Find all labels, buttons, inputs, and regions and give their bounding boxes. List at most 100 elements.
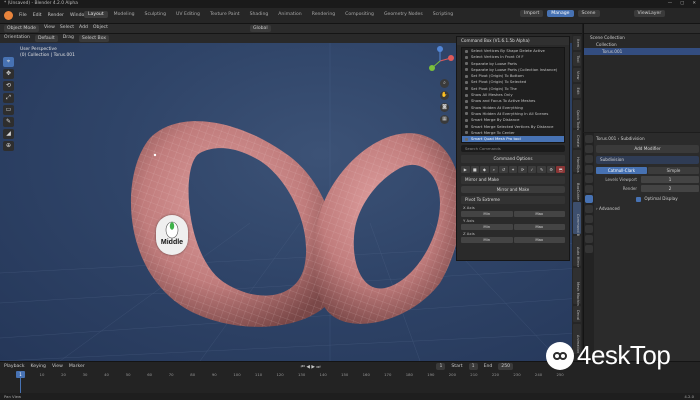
tab-geometry-nodes[interactable]: Geometry Nodes bbox=[380, 11, 427, 18]
tab-scripting[interactable]: Scripting bbox=[429, 11, 457, 18]
check-icon[interactable]: ✓ bbox=[527, 166, 537, 174]
ntab-decal[interactable]: Decal bbox=[573, 306, 581, 322]
move-tool-icon[interactable]: ✥ bbox=[3, 69, 14, 79]
tool-props-icon[interactable] bbox=[585, 135, 593, 143]
viewport-menu-select[interactable]: Select bbox=[60, 25, 74, 32]
simple-option[interactable]: Simple bbox=[648, 167, 699, 174]
view-layer-selector[interactable]: ViewLayer bbox=[633, 10, 666, 17]
manage-button[interactable]: Manage bbox=[547, 10, 574, 17]
edit-icon[interactable]: ✎ bbox=[537, 166, 546, 174]
stop-icon[interactable]: ■ bbox=[470, 166, 480, 174]
ntab-mesh-machine[interactable]: Mesh Machine bbox=[573, 268, 581, 308]
catmull-clark-option[interactable]: Catmull-Clark bbox=[596, 167, 647, 174]
ntab-view[interactable]: View bbox=[573, 68, 581, 82]
tab-shading[interactable]: Shading bbox=[246, 11, 273, 18]
refresh-icon[interactable]: ⟳ bbox=[518, 166, 527, 174]
ntab-tool[interactable]: Tool bbox=[573, 52, 581, 66]
scale-tool-icon[interactable]: ⤢ bbox=[3, 93, 14, 103]
scene-props-icon[interactable] bbox=[585, 165, 593, 173]
checkbox-checked-icon[interactable] bbox=[636, 196, 641, 202]
constraints-props-icon[interactable] bbox=[585, 225, 593, 233]
mode-dropdown[interactable]: Object Mode bbox=[4, 25, 39, 32]
viewport-menu-add[interactable]: Add bbox=[79, 25, 88, 32]
record-icon[interactable]: ⬒ bbox=[556, 166, 566, 174]
world-props-icon[interactable] bbox=[585, 175, 593, 183]
ntab-item[interactable]: Item bbox=[573, 36, 581, 50]
command-box-title[interactable]: Command Box (V1.6.1.5b Alpha) bbox=[457, 37, 569, 45]
timeline-menu-marker[interactable]: Marker bbox=[69, 364, 85, 369]
pan-hand-icon[interactable]: ✋ bbox=[440, 91, 449, 100]
object-props-icon[interactable] bbox=[585, 185, 593, 193]
orientation-dropdown[interactable]: Default bbox=[34, 35, 58, 42]
optimal-display-checkbox[interactable]: Optimal Display bbox=[596, 195, 699, 202]
run-icon[interactable]: ▶ bbox=[461, 166, 470, 174]
tab-sculpting[interactable]: Sculpting bbox=[141, 11, 170, 18]
ntab-hardops[interactable]: HardOps bbox=[573, 150, 581, 173]
start-frame-field[interactable]: 1 bbox=[468, 363, 478, 370]
transform-tool-icon[interactable]: ▭ bbox=[3, 105, 14, 115]
end-frame-field[interactable]: 250 bbox=[498, 363, 514, 370]
physics-props-icon[interactable] bbox=[585, 215, 593, 223]
navigation-gizmo-icon[interactable] bbox=[424, 45, 456, 77]
material-props-icon[interactable] bbox=[585, 245, 593, 253]
import-button[interactable]: Import bbox=[520, 10, 544, 17]
outliner-row-scene-collection[interactable]: Scene Collection bbox=[584, 34, 700, 41]
playhead-frame-indicator[interactable]: 1 bbox=[16, 371, 25, 378]
output-props-icon[interactable] bbox=[585, 155, 593, 163]
z-max-button[interactable]: Max bbox=[513, 237, 565, 244]
levels-viewport-value[interactable]: 1 bbox=[641, 176, 699, 183]
zoom-icon[interactable]: ⌕ bbox=[440, 79, 449, 88]
ntab-create[interactable]: Create bbox=[573, 130, 581, 148]
add-cube-tool-icon[interactable]: ⊕ bbox=[3, 141, 14, 151]
tab-uv-editing[interactable]: UV Editing bbox=[172, 11, 204, 18]
select-tool-icon[interactable]: ⌖ bbox=[3, 57, 14, 67]
ntab-quick-tools[interactable]: Quick Tools bbox=[573, 100, 581, 130]
tab-modeling[interactable]: Modeling bbox=[110, 11, 139, 18]
star-icon[interactable]: ✦ bbox=[508, 166, 518, 174]
ntab-edit[interactable]: Edit bbox=[573, 84, 581, 98]
timeline-menu-playback[interactable]: Playback bbox=[4, 364, 25, 369]
gear-icon[interactable]: ⚙ bbox=[546, 166, 556, 174]
tab-animation[interactable]: Animation bbox=[274, 11, 305, 18]
measure-tool-icon[interactable]: ◢ bbox=[3, 129, 14, 139]
blender-logo-icon[interactable] bbox=[4, 11, 13, 20]
outliner-row-torus[interactable]: Torus.001 bbox=[584, 48, 700, 55]
tab-texture-paint[interactable]: Texture Paint bbox=[206, 11, 244, 18]
tab-layout[interactable]: Layout bbox=[84, 11, 108, 18]
camera-icon[interactable]: ◙ bbox=[440, 103, 449, 112]
rotate-tool-icon[interactable]: ⟲ bbox=[3, 81, 14, 91]
mirror-and-make-button[interactable]: Mirror and Make bbox=[461, 186, 565, 194]
viewport-menu-view[interactable]: View bbox=[44, 25, 55, 32]
tab-compositing[interactable]: Compositing bbox=[341, 11, 378, 18]
search-icon[interactable]: ⌕ bbox=[489, 166, 499, 174]
menu-render[interactable]: Render bbox=[48, 13, 64, 18]
x-max-button[interactable]: Max bbox=[513, 211, 565, 218]
play-controls[interactable]: ⏮ ◀ ▶ ⏭ bbox=[301, 364, 321, 370]
pivot-section-header[interactable]: Pivot To Extreme bbox=[461, 196, 565, 205]
current-frame-field[interactable]: 1 bbox=[436, 363, 446, 370]
data-props-icon[interactable] bbox=[585, 235, 593, 243]
command-search-input[interactable]: Search Commands bbox=[461, 145, 565, 153]
modifier-props-icon[interactable] bbox=[585, 195, 593, 203]
render-props-icon[interactable] bbox=[585, 145, 593, 153]
outliner-row-collection[interactable]: Collection bbox=[584, 41, 700, 48]
particles-props-icon[interactable] bbox=[585, 205, 593, 213]
grid-icon[interactable]: ▦ bbox=[440, 115, 449, 124]
timeline-ruler[interactable]: 0102030405060708090100110120130140150160… bbox=[4, 372, 564, 379]
ntab-command-box[interactable]: Command Box bbox=[573, 202, 581, 240]
keyframe-icon[interactable]: ◆ bbox=[480, 166, 489, 174]
transform-orientation-dropdown[interactable]: Global bbox=[250, 25, 271, 32]
mirror-section-header[interactable]: Mirror and Make bbox=[461, 176, 565, 185]
scene-selector[interactable]: Scene bbox=[577, 10, 600, 17]
x-min-button[interactable]: Min bbox=[461, 211, 513, 218]
modifier-name-field[interactable]: Subdivision bbox=[596, 156, 699, 164]
ntab-auto-mirror[interactable]: Auto Mirror bbox=[573, 236, 581, 267]
add-modifier-button[interactable]: Add Modifier bbox=[596, 145, 699, 153]
tab-rendering[interactable]: Rendering bbox=[308, 11, 339, 18]
render-levels-value[interactable]: 2 bbox=[641, 185, 699, 192]
viewport-menu-object[interactable]: Object bbox=[93, 25, 108, 32]
menu-file[interactable]: File bbox=[19, 13, 27, 18]
advanced-subpanel-header[interactable]: › Advanced bbox=[596, 205, 699, 212]
annotate-tool-icon[interactable]: ✎ bbox=[3, 117, 14, 127]
undo-icon[interactable]: ↺ bbox=[499, 166, 508, 174]
